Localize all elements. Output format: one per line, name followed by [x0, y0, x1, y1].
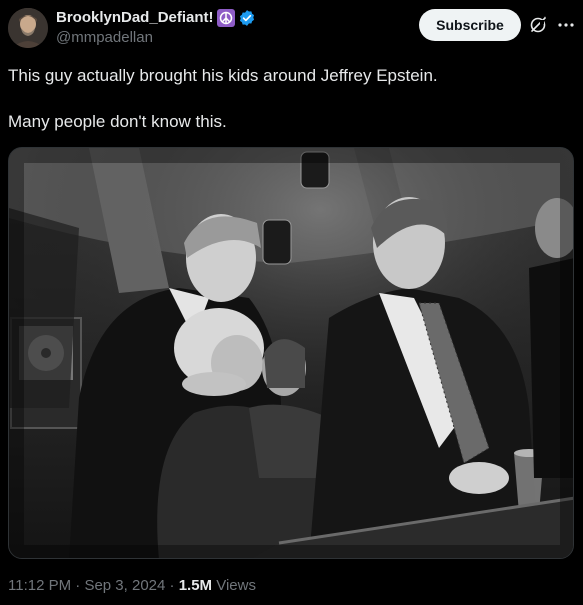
tweet-text-line-1: This guy actually brought his kids aroun…: [8, 66, 438, 85]
author-avatar[interactable]: [8, 8, 48, 48]
tweet-date[interactable]: Sep 3, 2024: [84, 577, 165, 594]
photo-image: [9, 148, 573, 558]
more-options-icon[interactable]: [556, 15, 576, 35]
author-handle[interactable]: @mmpadellan: [56, 28, 256, 48]
tweet-text: This guy actually brought his kids aroun…: [8, 64, 573, 133]
subscribe-button[interactable]: Subscribe: [419, 9, 521, 41]
tweet-meta: 11:12 PM · Sep 3, 2024 · 1.5M Views: [8, 576, 256, 596]
meta-separator: ·: [169, 577, 175, 594]
grok-icon[interactable]: [528, 15, 548, 35]
tweet-text-spacer: [8, 87, 573, 110]
verified-badge-icon[interactable]: [238, 9, 256, 27]
author-names: BrooklynDad_Defiant! @mmpadellan: [56, 8, 256, 48]
avatar-image: [8, 8, 48, 48]
views-label: Views: [216, 577, 256, 594]
tweet-photo[interactable]: [8, 147, 574, 559]
views-count: 1.5M: [178, 577, 213, 594]
peace-symbol-icon: [216, 9, 235, 27]
tweet-text-line-2: Many people don't know this.: [8, 112, 227, 131]
tweet-card: BrooklynDad_Defiant! @mmpadellan Subscri…: [0, 0, 583, 605]
author-display-name[interactable]: BrooklynDad_Defiant!: [56, 8, 214, 28]
tweet-time[interactable]: 11:12 PM: [8, 577, 71, 594]
meta-separator: ·: [75, 577, 81, 594]
